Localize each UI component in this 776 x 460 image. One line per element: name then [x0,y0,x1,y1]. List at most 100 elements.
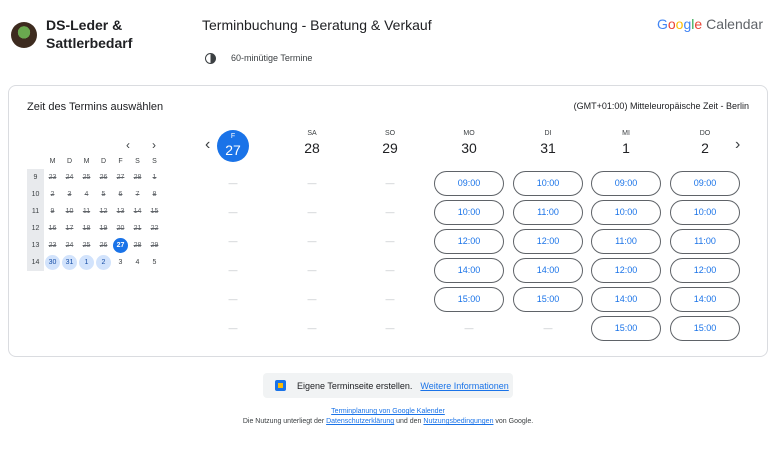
mini-calendar-day-selected[interactable]: 27 [113,238,128,253]
mini-calendar-day: 7 [135,191,140,198]
mini-calendar-day: 15 [150,208,159,215]
learn-more-link[interactable]: Weitere Informationen [420,381,508,391]
no-slot-marker: — [228,294,238,304]
weekday-label: D [66,158,73,165]
business-name: DS-Leder & Sattlerbedarf [46,16,166,52]
day-of-week-label: MI [622,130,630,137]
promo-text: Eigene Terminseite erstellen. [297,380,413,391]
mini-calendar-day[interactable]: 1 [79,255,94,270]
time-slot-button[interactable]: 12:00 [670,258,740,283]
mini-calendar-day: 2 [50,191,55,198]
clock-icon [205,53,216,64]
day-of-week-label: DO [699,130,711,137]
week-number: 12 [27,220,44,237]
weekday-label: M [83,158,90,165]
day-of-week-label: DI [544,130,552,137]
day-column-header[interactable]: SA 28 [277,130,347,156]
no-slot-marker: — [307,236,317,246]
mini-calendar-week: 9 23 24 25 26 27 28 1 [27,169,163,186]
time-slot-button[interactable]: 12:00 [591,258,661,283]
no-slot-marker: — [307,265,317,275]
no-slot-marker: — [228,236,238,246]
panel-title: Zeit des Termins auswählen [27,101,164,113]
day-of-month-label: 30 [461,140,477,156]
booking-panel: Zeit des Termins auswählen (GMT+01:00) M… [8,85,768,357]
day-column-header[interactable]: F 27 [198,130,268,162]
privacy-policy-link[interactable]: Datenschutzerklärung [326,418,394,425]
time-slot-button[interactable]: 15:00 [434,287,504,312]
time-slot-button[interactable]: 14:00 [670,287,740,312]
time-slot-button[interactable]: 12:00 [434,229,504,254]
time-slot-button[interactable]: 15:00 [670,316,740,341]
mini-calendar-day[interactable]: 5 [146,254,163,271]
terms-of-service-link[interactable]: Nutzungsbedingungen [423,418,493,425]
timezone-selector[interactable]: (GMT+01:00) Mitteleuropäische Zeit - Ber… [574,101,749,111]
day-column-header[interactable]: DO 2 [670,130,740,156]
mini-calendar-prev-button[interactable]: ‹ [126,138,130,152]
mini-calendar-day[interactable]: 3 [112,254,129,271]
mini-calendar-weekday-header: M D M D F S S [27,158,163,165]
logo-letter: G [656,16,668,32]
create-booking-page-promo: Eigene Terminseite erstellen. Weitere In… [263,373,513,398]
weekday-label: S [152,158,157,165]
time-slot-button[interactable]: 14:00 [513,258,583,283]
day-column-header[interactable]: MO 30 [434,130,504,156]
time-slot-button[interactable]: 14:00 [591,287,661,312]
mini-calendar-next-button[interactable]: › [152,138,156,152]
calendar-icon [275,380,286,391]
time-slot-button[interactable]: 09:00 [434,171,504,196]
no-slot-marker: — [228,265,238,275]
week-number: 13 [27,237,44,254]
mini-calendar-day: 5 [101,191,106,198]
scheduling-by-google-link[interactable]: Terminplanung von Google Kalender [331,408,445,415]
time-slot-list: — — — — — — [277,171,347,345]
mini-calendar-day[interactable]: 2 [96,255,111,270]
weekday-label: D [100,158,107,165]
mini-calendar-week: 13 23 24 25 26 27 28 29 [27,237,163,254]
time-slot-button[interactable]: 10:00 [670,200,740,225]
time-slot-button[interactable]: 09:00 [670,171,740,196]
day-of-month-label: 2 [701,140,709,156]
time-slot-button[interactable]: 10:00 [591,200,661,225]
no-slot-marker: — [228,178,238,188]
no-slot-marker: — [385,178,395,188]
day-column-header[interactable]: SO 29 [355,130,425,156]
time-slot-button[interactable]: 09:00 [591,171,661,196]
mini-calendar-day: 21 [133,225,142,232]
logo-calendar-text: Calendar [706,16,763,32]
time-slot-button[interactable]: 15:00 [513,287,583,312]
time-slot-button[interactable]: 10:00 [513,171,583,196]
weekday-label: F [118,158,123,165]
footer-line-1: Terminplanung von Google Kalender [0,408,776,415]
footer-text: Die Nutzung unterliegt der [242,418,327,425]
time-slot-button[interactable]: 12:00 [513,229,583,254]
day-column-header[interactable]: DI 31 [513,130,583,156]
time-slot-button[interactable]: 10:00 [434,200,504,225]
mini-calendar-day[interactable]: 31 [62,255,77,270]
time-slot-button[interactable]: 14:00 [434,258,504,283]
mini-calendar-day[interactable]: 30 [45,255,60,270]
duration-label: 60-minütige Termine [231,53,313,63]
time-slot-button[interactable]: 15:00 [591,316,661,341]
day-of-week-label: MO [463,130,475,137]
mini-calendar-day: 26 [99,242,108,249]
mini-calendar-day[interactable]: 4 [129,254,146,271]
time-slot-list: 09:00 10:00 12:00 14:00 15:00 — [434,171,504,345]
mini-calendar-day: 17 [65,225,74,232]
time-slot-button[interactable]: 11:00 [591,229,661,254]
time-slot-button[interactable]: 11:00 [513,200,583,225]
mini-calendar-week: 12 16 17 18 19 20 21 22 [27,220,163,237]
footer-text: von Google. [493,418,534,425]
logo-letter: e [694,16,703,32]
business-logo [11,22,37,48]
mini-calendar-day: 9 [50,208,55,215]
mini-calendar-day: 25 [82,174,91,181]
mini-calendar-week: 11 9 10 11 12 13 14 15 [27,203,163,220]
time-slot-list: 09:00 10:00 11:00 12:00 14:00 15:00 [591,171,661,345]
mini-calendar-day: 23 [48,174,57,181]
no-slot-marker: — [228,207,238,217]
day-column-header[interactable]: MI 1 [591,130,661,156]
google-calendar-logo: Google Calendar [657,16,763,32]
day-of-week-label: F [230,133,236,140]
time-slot-button[interactable]: 11:00 [670,229,740,254]
